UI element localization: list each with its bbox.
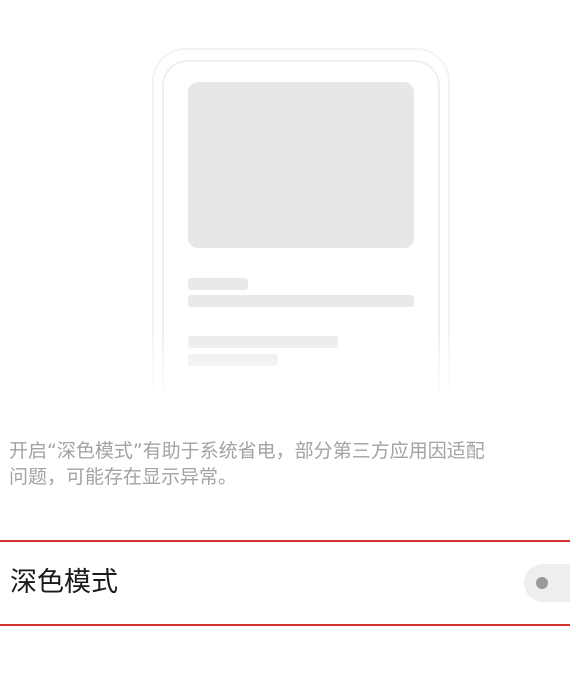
dark-mode-toggle[interactable]	[524, 564, 570, 602]
dark-mode-settings-page: 开启“深色模式”有助于系统省电，部分第三方应用因适配 问题，可能存在显示异常。 …	[0, 0, 570, 697]
toggle-knob	[536, 577, 548, 589]
description-line-2: 问题，可能存在显示异常。	[9, 466, 238, 488]
description-line-1: 开启“深色模式”有助于系统省电，部分第三方应用因适配	[9, 440, 485, 462]
dark-mode-setting-row[interactable]: 深色模式	[0, 540, 570, 626]
illustration-fade	[0, 330, 570, 400]
placeholder-text-line	[188, 278, 248, 290]
placeholder-image-block	[188, 82, 414, 248]
dark-mode-label: 深色模式	[10, 567, 118, 598]
placeholder-text-line	[188, 295, 414, 307]
phone-preview-illustration	[0, 0, 570, 400]
dark-mode-description: 开启“深色模式”有助于系统省电，部分第三方应用因适配 问题，可能存在显示异常。	[9, 438, 570, 490]
